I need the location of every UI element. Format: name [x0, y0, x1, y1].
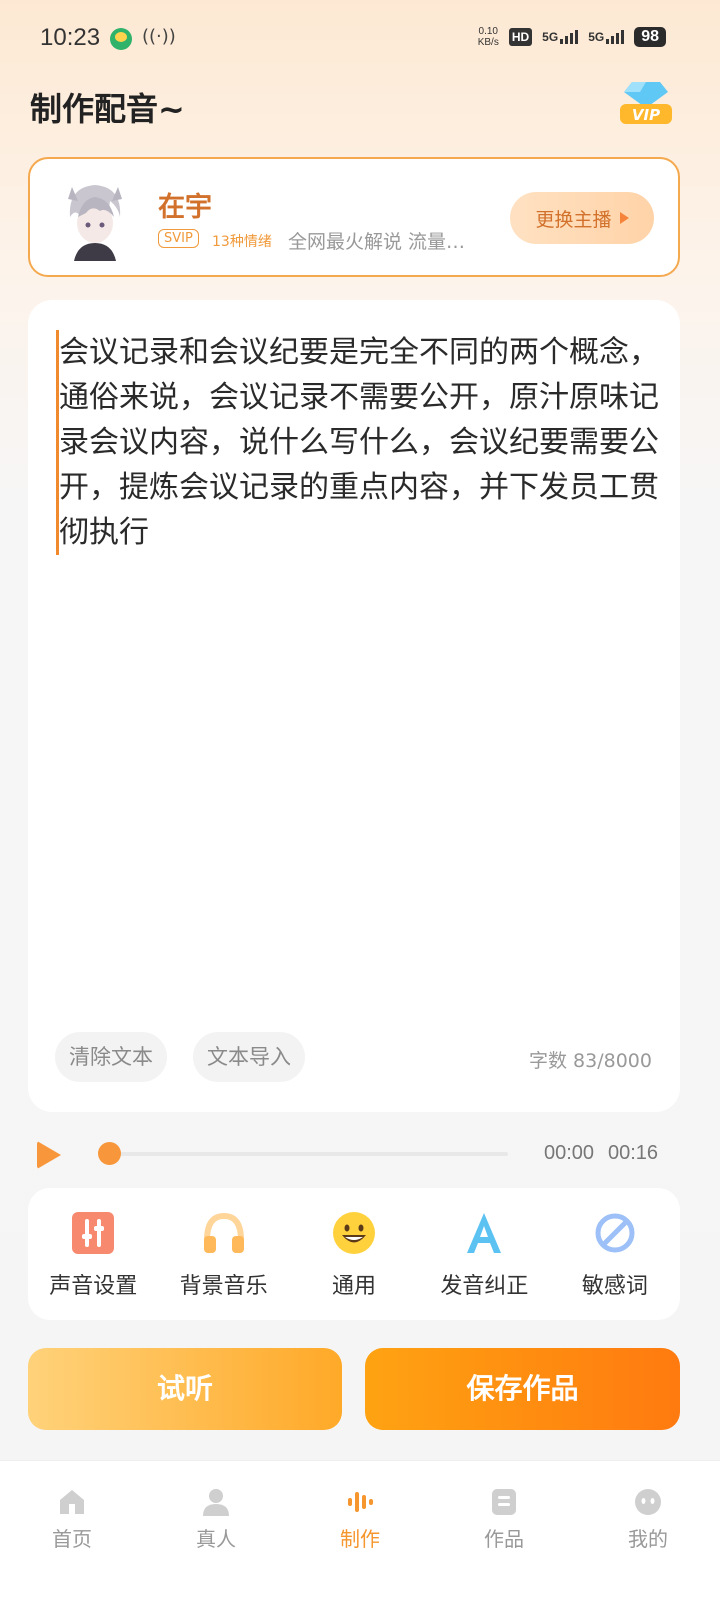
play-arrow-icon — [619, 212, 629, 224]
letter-a-icon — [467, 1213, 502, 1253]
nav-label: 真人 — [196, 1527, 236, 1551]
tools-row: 声音设置 背景音乐 通用 发音纠正 敏感词 — [28, 1188, 680, 1320]
network-speed: 0.10 KB/s — [478, 26, 499, 48]
nav-label: 首页 — [52, 1527, 92, 1551]
nav-mine[interactable]: 我的 — [576, 1461, 720, 1600]
import-text-button[interactable]: 文本导入 — [193, 1032, 305, 1082]
signal-label-2: 5G — [588, 30, 605, 44]
tool-label: 通用 — [332, 1274, 377, 1299]
page-title: 制作配音~ — [30, 90, 185, 128]
anchor-name: 在宇 — [158, 192, 212, 223]
listen-button[interactable]: 试听 — [28, 1348, 342, 1430]
svip-tag: SVIP — [158, 229, 199, 248]
nav-create[interactable]: 制作 — [288, 1461, 432, 1600]
clear-text-button[interactable]: 清除文本 — [55, 1032, 167, 1082]
battery-indicator: 98 — [634, 27, 666, 47]
progress-slider[interactable] — [100, 1152, 508, 1156]
app-notification-icon — [110, 28, 132, 50]
text-editor-card: 会议记录和会议纪要是完全不同的两个概念，通俗来说，会议记录不需要公开，原汁原味记… — [28, 300, 680, 1112]
status-bar: 10:23 ((·)) 0.10 KB/s HD 5G 5G 98 — [0, 0, 720, 80]
progress-knob[interactable] — [98, 1142, 121, 1165]
tool-general-emotion[interactable]: 通用 — [289, 1188, 419, 1320]
signal-label: 5G — [542, 30, 559, 44]
smile-emoji-icon — [333, 1212, 376, 1254]
tool-label: 敏感词 — [581, 1274, 648, 1299]
home-icon — [60, 1490, 84, 1514]
forbidden-icon — [595, 1213, 635, 1253]
anchor-avatar — [60, 177, 130, 261]
hotspot-icon: ((·)) — [142, 26, 176, 47]
save-work-button[interactable]: 保存作品 — [365, 1348, 680, 1430]
signal-icon: 5G — [542, 30, 579, 44]
bottom-nav: 首页 真人 制作 作品 我的 — [0, 1460, 720, 1600]
vip-diamond-icon[interactable]: VIP — [618, 76, 674, 132]
anchor-description: 全网最火解说 流量… — [288, 231, 466, 253]
signal-icon-2: 5G — [588, 30, 625, 44]
nav-label: 我的 — [628, 1527, 668, 1551]
tool-voice-settings[interactable]: 声音设置 — [28, 1188, 158, 1320]
change-anchor-button[interactable]: 更换主播 — [510, 192, 654, 244]
status-right: 0.10 KB/s HD 5G 5G 98 — [478, 26, 666, 48]
word-count: 字数 83/8000 — [529, 1050, 652, 1072]
tool-label: 发音纠正 — [440, 1274, 529, 1299]
hd-badge: HD — [508, 28, 533, 46]
change-anchor-label: 更换主播 — [535, 208, 612, 231]
tool-label: 背景音乐 — [179, 1274, 268, 1299]
waveform-icon — [348, 1492, 373, 1512]
sliders-icon — [72, 1212, 115, 1254]
status-time: 10:23 — [40, 24, 101, 51]
person-icon — [203, 1489, 229, 1516]
emotion-tag: 13种情绪 — [212, 234, 272, 250]
play-icon[interactable] — [37, 1141, 61, 1169]
tool-sensitive-words[interactable]: 敏感词 — [550, 1188, 680, 1320]
nav-works[interactable]: 作品 — [432, 1461, 576, 1600]
tool-background-music[interactable]: 背景音乐 — [158, 1188, 288, 1320]
total-time: 00:16 — [608, 1142, 659, 1164]
network-speed-unit: KB/s — [477, 37, 499, 48]
current-time: 00:00 — [544, 1142, 595, 1164]
nav-label: 制作 — [340, 1527, 380, 1551]
nav-home[interactable]: 首页 — [0, 1461, 144, 1600]
tool-label: 声音设置 — [49, 1274, 138, 1299]
works-icon — [492, 1489, 516, 1515]
tool-pronunciation-fix[interactable]: 发音纠正 — [419, 1188, 549, 1320]
nav-real-person[interactable]: 真人 — [144, 1461, 288, 1600]
anchor-card[interactable]: 在宇 SVIP 13种情绪 全网最火解说 流量… 更换主播 — [28, 157, 680, 277]
vip-label: VIP — [632, 106, 660, 124]
script-text-area[interactable]: 会议记录和会议纪要是完全不同的两个概念，通俗来说，会议记录不需要公开，原汁原味记… — [56, 330, 660, 555]
network-speed-value: 0.10 — [478, 26, 498, 37]
profile-face-icon — [635, 1489, 661, 1515]
nav-label: 作品 — [484, 1527, 524, 1551]
headphones-icon — [203, 1212, 244, 1253]
